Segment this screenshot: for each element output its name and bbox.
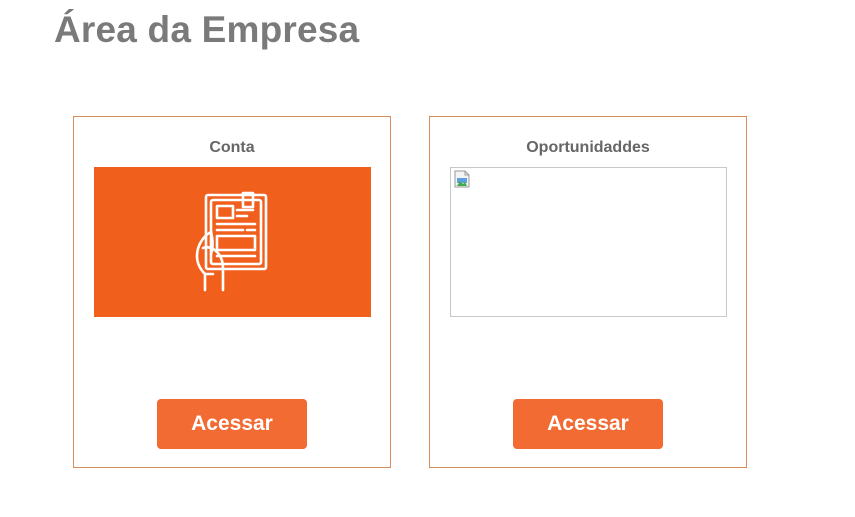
broken-image-icon: [454, 170, 470, 188]
document-in-hand-icon: [195, 191, 267, 292]
card-image-conta: [94, 167, 371, 317]
card-title: Oportunidaddes: [526, 139, 650, 156]
card-image-oportunidades: [450, 167, 727, 317]
acessar-button-conta[interactable]: Acessar: [157, 399, 307, 449]
card-conta: Conta Acessar: [73, 116, 391, 468]
page-title: Área da Empresa: [54, 9, 360, 50]
acessar-button-oportunidades[interactable]: Acessar: [513, 399, 663, 449]
card-title: Conta: [209, 139, 255, 156]
card-oportunidades: Oportunidaddes Acessar: [429, 116, 747, 468]
